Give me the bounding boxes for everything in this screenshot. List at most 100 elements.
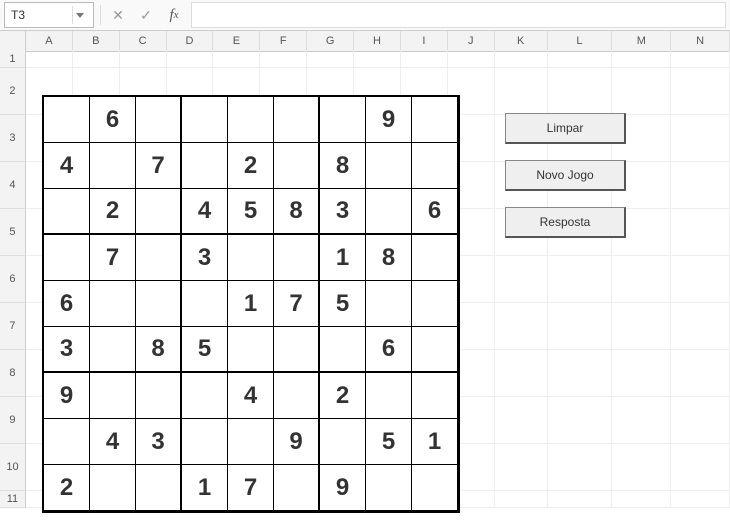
- cell[interactable]: [612, 303, 671, 350]
- cell[interactable]: [671, 350, 730, 397]
- sudoku-cell[interactable]: 3: [182, 235, 228, 281]
- column-header[interactable]: N: [671, 31, 730, 52]
- new-game-button[interactable]: Novo Jogo: [505, 160, 626, 191]
- cell[interactable]: [612, 51, 671, 68]
- column-header[interactable]: I: [401, 31, 448, 52]
- sudoku-cell[interactable]: 7: [274, 281, 320, 327]
- column-header[interactable]: E: [213, 31, 260, 52]
- column-header[interactable]: K: [495, 31, 548, 52]
- cell[interactable]: [401, 51, 448, 68]
- sudoku-cell[interactable]: [136, 281, 182, 327]
- sudoku-cell[interactable]: 5: [320, 281, 366, 327]
- row-header[interactable]: 2: [0, 68, 26, 115]
- sudoku-cell[interactable]: [44, 419, 90, 465]
- row-header[interactable]: 7: [0, 303, 26, 350]
- cell[interactable]: [548, 444, 613, 491]
- sudoku-cell[interactable]: [274, 373, 320, 419]
- cell[interactable]: [671, 209, 730, 256]
- sudoku-cell[interactable]: [136, 97, 182, 143]
- sudoku-cell[interactable]: [228, 97, 274, 143]
- fx-icon[interactable]: fx: [163, 5, 185, 25]
- cell[interactable]: [671, 491, 730, 508]
- accept-icon[interactable]: ✓: [135, 5, 157, 25]
- cell[interactable]: [354, 51, 401, 68]
- sudoku-cell[interactable]: [366, 465, 412, 511]
- cell[interactable]: [612, 397, 671, 444]
- column-header[interactable]: A: [26, 31, 73, 52]
- sudoku-cell[interactable]: [228, 235, 274, 281]
- sudoku-cell[interactable]: [274, 465, 320, 511]
- sudoku-cell[interactable]: [182, 373, 228, 419]
- sudoku-cell[interactable]: 6: [44, 281, 90, 327]
- sudoku-cell[interactable]: 2: [228, 143, 274, 189]
- cell[interactable]: [167, 51, 214, 68]
- sudoku-cell[interactable]: [182, 97, 228, 143]
- sudoku-cell[interactable]: [320, 97, 366, 143]
- sudoku-cell[interactable]: [90, 373, 136, 419]
- name-box[interactable]: T3: [4, 2, 94, 28]
- sudoku-cell[interactable]: 4: [44, 143, 90, 189]
- cell[interactable]: [548, 397, 613, 444]
- sudoku-cell[interactable]: 2: [44, 465, 90, 511]
- cell[interactable]: [73, 51, 120, 68]
- column-header[interactable]: G: [307, 31, 354, 52]
- cell[interactable]: [671, 115, 730, 162]
- sudoku-cell[interactable]: 2: [90, 189, 136, 235]
- sudoku-cell[interactable]: 3: [44, 327, 90, 373]
- row-header[interactable]: 4: [0, 162, 26, 209]
- sudoku-cell[interactable]: [320, 419, 366, 465]
- sudoku-cell[interactable]: 4: [228, 373, 274, 419]
- cancel-icon[interactable]: ✕: [107, 5, 129, 25]
- select-all-corner[interactable]: [0, 31, 26, 52]
- row-header[interactable]: 3: [0, 115, 26, 162]
- sudoku-cell[interactable]: 4: [182, 189, 228, 235]
- cell[interactable]: [671, 68, 730, 115]
- cell[interactable]: [448, 51, 495, 68]
- row-header[interactable]: 11: [0, 491, 26, 508]
- sudoku-cell[interactable]: 3: [320, 189, 366, 235]
- sudoku-cell[interactable]: [274, 327, 320, 373]
- sudoku-cell[interactable]: [136, 373, 182, 419]
- column-header[interactable]: J: [448, 31, 495, 52]
- sudoku-cell[interactable]: 3: [136, 419, 182, 465]
- column-header[interactable]: B: [73, 31, 120, 52]
- sudoku-cell[interactable]: 1: [412, 419, 458, 465]
- sudoku-cell[interactable]: [228, 327, 274, 373]
- cell[interactable]: [495, 303, 548, 350]
- cell[interactable]: [671, 256, 730, 303]
- sudoku-cell[interactable]: [274, 97, 320, 143]
- sudoku-cell[interactable]: [412, 143, 458, 189]
- cell[interactable]: [495, 491, 548, 508]
- sudoku-cell[interactable]: [182, 419, 228, 465]
- column-header[interactable]: L: [548, 31, 613, 52]
- cell[interactable]: [612, 491, 671, 508]
- cell[interactable]: [612, 444, 671, 491]
- cell[interactable]: [671, 397, 730, 444]
- sudoku-cell[interactable]: [136, 465, 182, 511]
- sudoku-cell[interactable]: 2: [320, 373, 366, 419]
- sudoku-cell[interactable]: 9: [44, 373, 90, 419]
- row-header[interactable]: 8: [0, 350, 26, 397]
- sudoku-cell[interactable]: [366, 281, 412, 327]
- cell[interactable]: [213, 51, 260, 68]
- cell[interactable]: [612, 68, 671, 115]
- row-header[interactable]: 6: [0, 256, 26, 303]
- cell[interactable]: [612, 350, 671, 397]
- sudoku-cell[interactable]: 5: [228, 189, 274, 235]
- sudoku-cell[interactable]: 9: [366, 97, 412, 143]
- cell[interactable]: [671, 162, 730, 209]
- sudoku-cell[interactable]: [412, 465, 458, 511]
- sudoku-cell[interactable]: 6: [412, 189, 458, 235]
- sudoku-cell[interactable]: [182, 281, 228, 327]
- sudoku-cell[interactable]: [90, 143, 136, 189]
- sudoku-cell[interactable]: [90, 281, 136, 327]
- cell[interactable]: [26, 51, 73, 68]
- sudoku-cell[interactable]: 8: [320, 143, 366, 189]
- sudoku-cell[interactable]: 8: [136, 327, 182, 373]
- cell[interactable]: [548, 51, 613, 68]
- sudoku-cell[interactable]: 9: [320, 465, 366, 511]
- cell[interactable]: [495, 350, 548, 397]
- sudoku-cell[interactable]: 9: [274, 419, 320, 465]
- cell[interactable]: [671, 51, 730, 68]
- sudoku-cell[interactable]: 5: [366, 419, 412, 465]
